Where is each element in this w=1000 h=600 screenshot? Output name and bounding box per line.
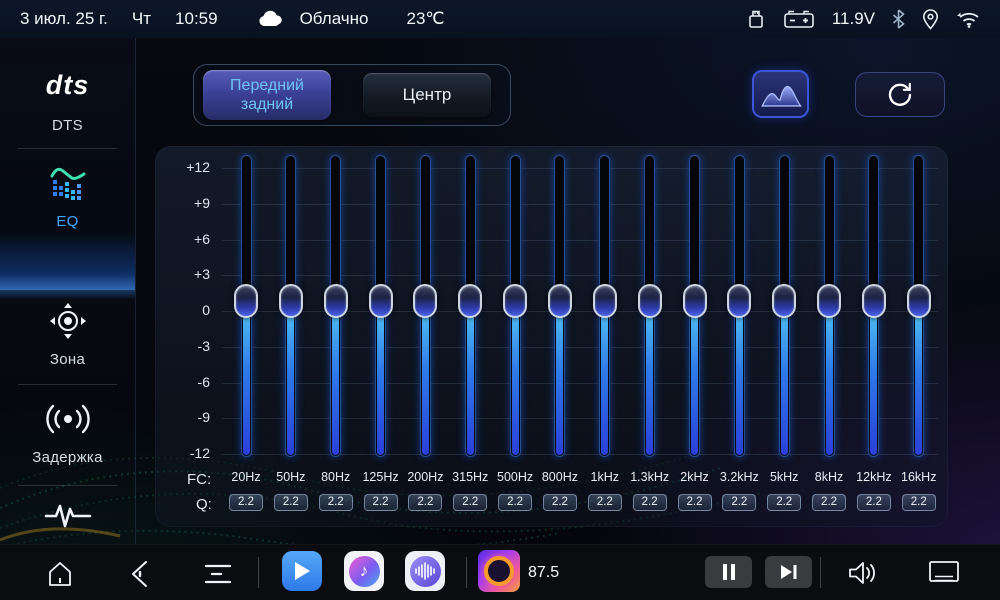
fc-row-label: FC: [187,471,211,488]
home-icon [45,559,75,589]
next-track-icon [780,564,798,580]
eq-slider-fill [870,302,877,455]
eq-slider-fill [646,302,653,455]
menu-icon [204,561,232,587]
eq-band-q-value[interactable]: 2.2 [812,494,846,511]
eq-scale-label: +9 [158,195,210,211]
eq-slider-fill [422,302,429,455]
eq-slider-fill [601,302,608,455]
eq-band-q-value[interactable]: 2.2 [588,494,622,511]
voice-waveform-icon [410,556,441,587]
eq-slider-fill [781,302,788,455]
dock-divider [466,557,467,588]
eq-slider-thumb[interactable] [772,284,796,318]
eq-slider-thumb[interactable] [638,284,662,318]
eq-slider-thumb[interactable] [413,284,437,318]
q-row-label: Q: [196,496,212,513]
eq-slider-thumb[interactable] [279,284,303,318]
video-app-button[interactable] [282,551,322,591]
pause-icon [722,564,736,580]
eq-slider-fill [736,302,743,455]
eq-slider-fill [691,302,698,455]
eq-band-q-value[interactable]: 2.2 [453,494,487,511]
radio-station-frequency: 87.5 [528,564,559,582]
eq-band-q-value[interactable]: 2.2 [274,494,308,511]
play-icon [293,561,311,581]
volume-button[interactable] [844,557,882,589]
dock-divider [258,557,259,588]
eq-slider-thumb[interactable] [369,284,393,318]
eq-scale-label: -3 [158,338,210,354]
eq-slider-fill [332,302,339,455]
eq-slider-fill [512,302,519,455]
eq-scale-label: -12 [158,445,210,461]
back-button[interactable] [122,557,158,591]
back-icon [127,559,153,589]
eq-scale-label: +3 [158,266,210,282]
eq-slider-fill [467,302,474,455]
eq-slider-fill [556,302,563,455]
eq-slider-thumb[interactable] [862,284,886,318]
eq-slider-thumb[interactable] [727,284,751,318]
eq-slider-fill [915,302,922,455]
eq-slider-fill [826,302,833,455]
head-unit-screen: 3 июл. 25 г. Чт 10:59 Облачно 23℃ 11. [0,0,1000,600]
eq-slider-thumb[interactable] [458,284,482,318]
screen-off-button[interactable] [924,557,964,589]
eq-band-q-value[interactable]: 2.2 [678,494,712,511]
eq-scale-label: +12 [158,159,210,175]
screen-icon [927,559,961,587]
music-note-icon: ♪ [349,556,380,587]
eq-slider-fill [243,302,250,455]
eq-scale-label: -6 [158,374,210,390]
eq-sliders-area: +12+9+6+30-3-6-9-1220Hz2.250Hz2.280Hz2.2… [0,0,1000,600]
eq-slider-fill [287,302,294,455]
eq-scale-label: 0 [158,302,210,318]
eq-band-q-value[interactable]: 2.2 [902,494,936,511]
eq-slider-thumb[interactable] [548,284,572,318]
eq-band-q-value[interactable]: 2.2 [498,494,532,511]
radio-app-button[interactable] [478,550,520,592]
eq-band-q-value[interactable]: 2.2 [633,494,667,511]
eq-band-frequency: 16kHz [887,470,951,484]
eq-band-q-value[interactable]: 2.2 [319,494,353,511]
eq-band-q-value[interactable]: 2.2 [543,494,577,511]
next-track-button[interactable] [765,556,812,588]
dock-divider [820,557,821,588]
eq-scale-label: +6 [158,231,210,247]
pause-button[interactable] [705,556,752,588]
home-button[interactable] [42,557,78,591]
eq-scale-label: -9 [158,409,210,425]
volume-icon [847,559,879,587]
eq-band-q-value[interactable]: 2.2 [722,494,756,511]
eq-band-q-value[interactable]: 2.2 [857,494,891,511]
eq-slider-thumb[interactable] [503,284,527,318]
eq-slider-thumb[interactable] [593,284,617,318]
eq-band-q-value[interactable]: 2.2 [767,494,801,511]
music-app-button[interactable]: ♪ [344,551,384,591]
eq-slider-fill [377,302,384,455]
menu-button[interactable] [200,557,236,591]
bottom-dock: ♪ 87.5 [0,544,1000,600]
voice-app-button[interactable] [405,551,445,591]
eq-band-q-value[interactable]: 2.2 [408,494,442,511]
eq-slider-thumb[interactable] [907,284,931,318]
eq-slider-thumb[interactable] [683,284,707,318]
eq-band-q-value[interactable]: 2.2 [229,494,263,511]
eq-slider-thumb[interactable] [234,284,258,318]
eq-slider-thumb[interactable] [817,284,841,318]
eq-band-q-value[interactable]: 2.2 [364,494,398,511]
radio-speaker-icon [484,556,514,586]
eq-slider-thumb[interactable] [324,284,348,318]
